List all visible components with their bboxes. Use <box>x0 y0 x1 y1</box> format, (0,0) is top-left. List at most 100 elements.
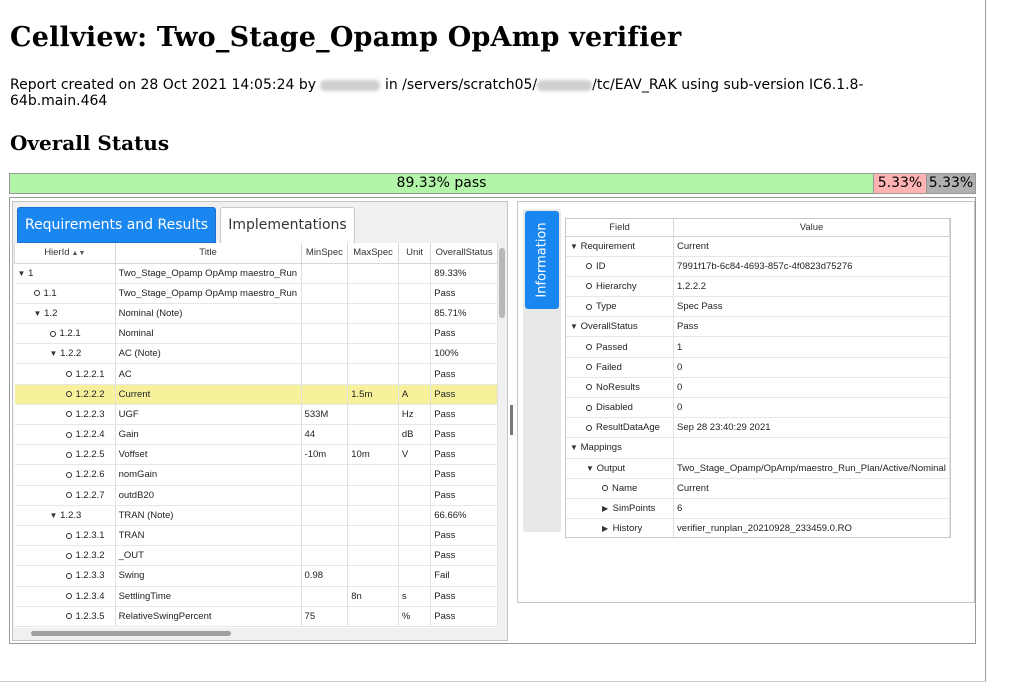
tree-label: 1.2.2.1 <box>75 368 105 380</box>
minspec-cell <box>301 384 349 405</box>
table-row[interactable]: ▼ 1.2 Nominal (Note) 85.71% <box>14 303 498 325</box>
table-row[interactable]: 1.2.2.7 outdB20 Pass <box>14 485 498 506</box>
title-cell: Swing <box>115 565 302 587</box>
info-row[interactable]: ▶ History verifier_runplan_20210928_23345… <box>566 518 950 537</box>
column-header-overallstatus[interactable]: OverallStatus <box>430 243 498 264</box>
tree-label: 1.2.3 <box>60 509 82 521</box>
collapsed-arrow-icon[interactable]: ▶ <box>602 504 610 513</box>
hierid-cell: 1.2.3.2 <box>14 545 116 567</box>
tab-information[interactable]: Information <box>525 211 559 309</box>
horizontal-scroll-thumb[interactable] <box>31 631 231 636</box>
tree-label: 1.1 <box>43 287 57 299</box>
info-row[interactable]: ResultDataAge Sep 28 23:40:29 2021 <box>566 417 950 439</box>
overallstatus-cell: 66.66% <box>430 505 498 526</box>
column-header-field[interactable]: Field <box>566 219 675 237</box>
table-row[interactable]: 1.2.3.1 TRAN Pass <box>14 525 498 547</box>
maxspec-cell <box>347 263 399 284</box>
vertical-scroll-thumb[interactable] <box>499 248 505 318</box>
unit-cell: s <box>398 586 432 607</box>
table-row[interactable]: 1.2.2.6 nomGain Pass <box>14 464 498 486</box>
info-row[interactable]: ▼ OverallStatus Pass <box>566 316 950 338</box>
title-cell: Two_Stage_Opamp OpAmp maestro_Run <box>115 283 302 304</box>
column-header-value[interactable]: Value <box>673 219 950 237</box>
expand-arrow-icon[interactable]: ▼ <box>50 349 58 358</box>
tab-requirements-and-results[interactable]: Requirements and Results <box>17 207 216 243</box>
expand-arrow-icon[interactable]: ▼ <box>570 322 578 331</box>
minspec-cell <box>301 283 349 304</box>
minspec-cell <box>301 343 349 365</box>
info-row[interactable]: Hierarchy 1.2.2.2 <box>566 276 950 298</box>
hierid-cell: 1.2.3.1 <box>14 525 116 547</box>
value-cell: Sep 28 23:40:29 2021 <box>673 417 950 439</box>
title-cell: Current <box>115 384 302 405</box>
info-row[interactable]: ▼ Mappings <box>566 437 950 459</box>
table-row[interactable]: 1.2.3.5 RelativeSwingPercent 75% Pass <box>14 606 498 627</box>
minspec-cell <box>301 303 349 325</box>
tree-label: 1.2.2.3 <box>75 408 105 420</box>
maxspec-cell <box>347 505 399 526</box>
node-bullet-icon <box>65 451 72 458</box>
hierid-cell: 1.2.2.1 <box>14 363 116 385</box>
information-table-body: ▼ Requirement Current ID 7991f17b-6c84-4693… <box>566 236 950 537</box>
table-row[interactable]: 1.1 Two_Stage_Opamp OpAmp maestro_Run Pass <box>14 283 498 304</box>
table-row[interactable]: ▼ 1.2.3 TRAN (Note) 66.66% <box>14 505 498 526</box>
column-header-maxspec[interactable]: MaxSpec <box>347 243 399 264</box>
table-row[interactable]: 1.2.2.3 UGF 533M Hz Pass <box>14 404 498 426</box>
table-row[interactable]: 1.2.3.3 Swing 0.98 Fail <box>14 565 498 587</box>
node-bullet-icon <box>65 371 72 378</box>
info-row[interactable]: NoResults 0 <box>566 377 950 399</box>
info-row[interactable]: Type Spec Pass <box>566 296 950 318</box>
requirements-table-container[interactable]: HierId ▲▼ Title MinSpec MaxSpec Unit Over… <box>14 243 498 628</box>
column-header-unit[interactable]: Unit <box>397 243 432 264</box>
requirements-horizontal-scrollbar[interactable] <box>14 628 498 638</box>
unit-cell: A <box>398 384 432 405</box>
redacted-username <box>320 79 381 91</box>
expand-arrow-icon[interactable]: ▼ <box>50 511 58 520</box>
info-row[interactable]: ▼ Output Two_Stage_Opamp/OpAmp/maestro_Ru… <box>566 458 950 479</box>
minspec-cell <box>301 323 349 345</box>
field-cell: ▶ History <box>566 518 675 537</box>
info-row[interactable]: Passed 1 <box>566 336 950 358</box>
tree-label: Disabled <box>596 402 633 414</box>
value-cell: Current <box>673 478 950 499</box>
info-row[interactable]: ID 7991f17b-6c84-4693-857c-4f0823d75276 <box>566 256 950 277</box>
table-row[interactable]: 1.2.2.1 AC Pass <box>14 363 498 385</box>
expand-arrow-icon[interactable]: ▼ <box>34 309 42 318</box>
value-cell: 1.2.2.2 <box>673 276 950 298</box>
column-header-hierid[interactable]: HierId ▲▼ <box>14 243 116 264</box>
tab-implementations[interactable]: Implementations <box>220 207 355 243</box>
column-header-title[interactable]: Title <box>114 243 302 264</box>
table-row[interactable]: 1.2.2.2 Current 1.5m A Pass <box>14 384 498 405</box>
table-row[interactable]: ▼ 1 Two_Stage_Opamp OpAmp maestro_Run 89.3… <box>14 263 498 284</box>
value-cell: Two_Stage_Opamp/OpAmp/maestro_Run_Plan/A… <box>673 458 950 479</box>
panel-splitter-handle[interactable] <box>510 405 513 435</box>
collapsed-arrow-icon[interactable]: ▶ <box>602 524 610 533</box>
table-row[interactable]: ▼ 1.2.2 AC (Note) 100% <box>14 343 498 365</box>
minspec-cell <box>301 505 349 526</box>
tree-label: 1.2.2 <box>60 348 82 360</box>
info-row[interactable]: Failed 0 <box>566 357 950 378</box>
table-row[interactable]: 1.2.1 Nominal Pass <box>14 323 498 345</box>
expand-arrow-icon[interactable]: ▼ <box>18 269 26 278</box>
info-row[interactable]: Name Current <box>566 478 950 499</box>
info-row[interactable]: Disabled 0 <box>566 397 950 419</box>
info-row[interactable]: ▼ Requirement Current <box>566 236 950 257</box>
hierid-cell: 1.2.2.3 <box>14 404 116 426</box>
table-row[interactable]: 1.2.2.4 Gain 44 dB Pass <box>14 424 498 446</box>
expand-arrow-icon[interactable]: ▼ <box>570 242 578 251</box>
expand-arrow-icon[interactable]: ▼ <box>586 464 594 473</box>
node-bullet-icon <box>586 404 592 411</box>
column-header-minspec[interactable]: MinSpec <box>300 243 349 264</box>
unit-cell <box>398 565 432 587</box>
info-row[interactable]: ▶ SimPoints 6 <box>566 498 950 520</box>
maxspec-cell <box>347 485 399 506</box>
table-row[interactable]: 1.2.3.4 SettlingTime 8n s Pass <box>14 586 498 607</box>
table-row[interactable]: 1.2.2.5 Voffset -10m 10m V Pass <box>14 444 498 466</box>
table-row[interactable]: 1.2.3.2 _OUT Pass <box>14 545 498 567</box>
minspec-cell <box>301 525 349 547</box>
requirements-vertical-scrollbar[interactable] <box>499 246 506 631</box>
value-cell: 1 <box>673 336 950 358</box>
node-bullet-icon <box>65 572 72 579</box>
unit-cell <box>398 485 432 506</box>
expand-arrow-icon[interactable]: ▼ <box>570 443 578 452</box>
